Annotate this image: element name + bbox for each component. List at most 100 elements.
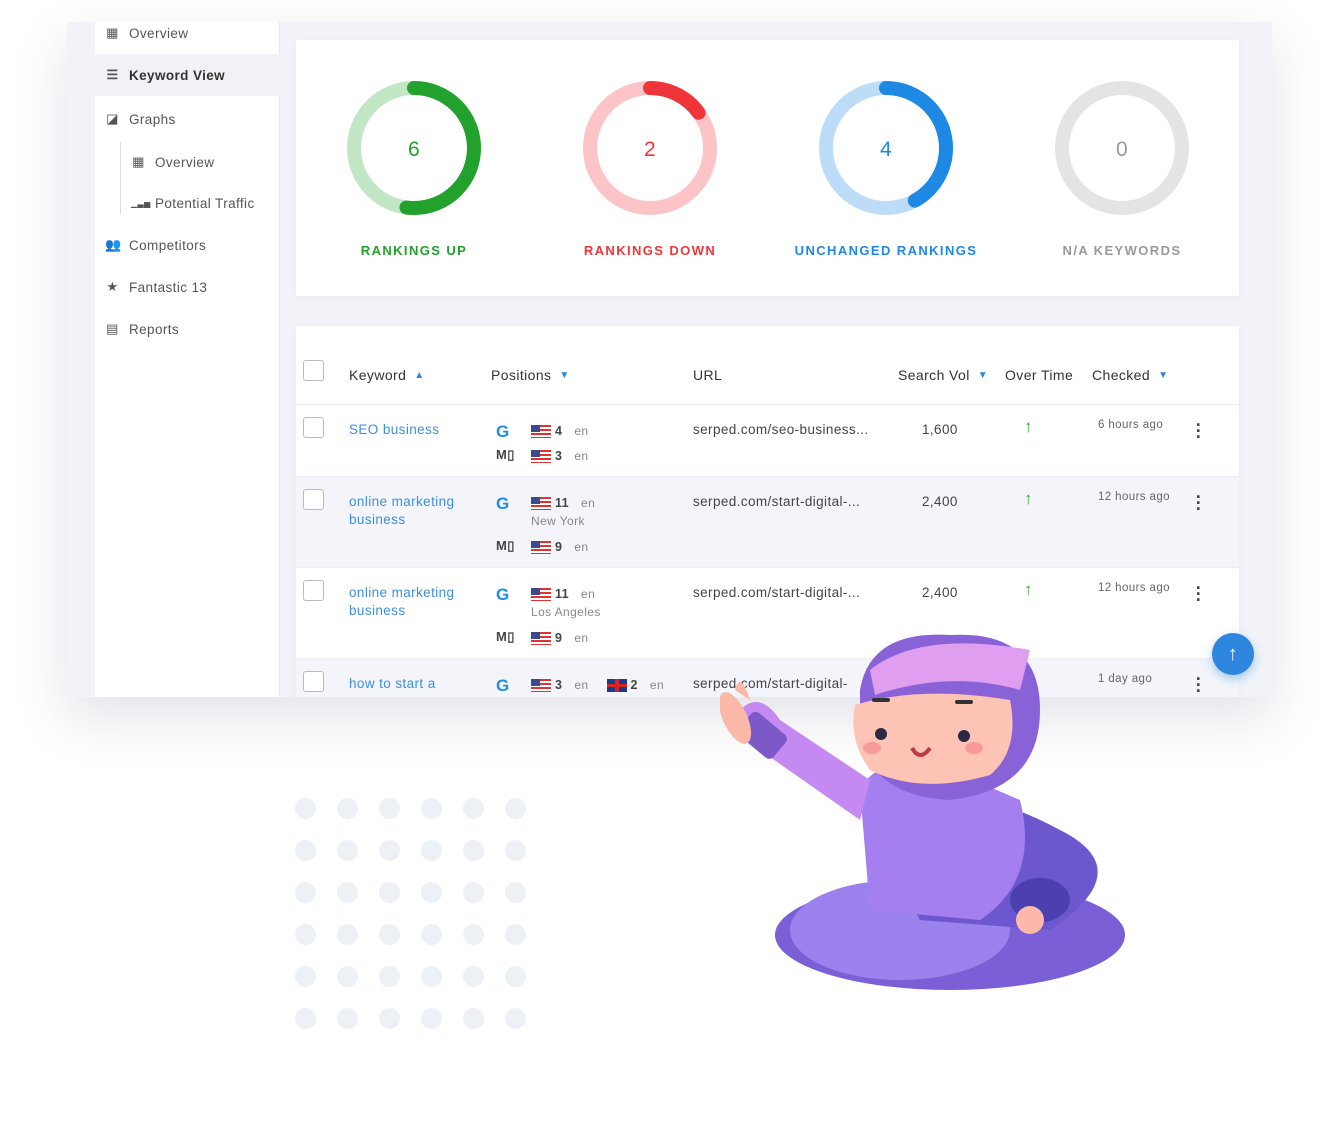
grid-icon: ▦ bbox=[106, 25, 119, 40]
url-link[interactable]: serped.com/start-digital-... bbox=[693, 494, 860, 509]
kebab-menu-icon[interactable]: · · · bbox=[1194, 416, 1204, 446]
decor-dot bbox=[379, 798, 400, 819]
mobile-position: 3 en bbox=[531, 449, 589, 463]
stat-value: 0 bbox=[1116, 138, 1128, 161]
position-value: 2 bbox=[630, 678, 638, 692]
scroll-top-button[interactable]: ↑ bbox=[1212, 633, 1254, 675]
keyword-link[interactable]: online marketing business bbox=[349, 493, 474, 529]
decor-dot bbox=[505, 882, 526, 903]
sidebar-item-potential-traffic[interactable]: ▁▃▅ Potential Traffic bbox=[95, 182, 280, 224]
chevron-down-icon: ▼ bbox=[1158, 369, 1169, 381]
decor-dot bbox=[337, 798, 358, 819]
decor-dot bbox=[295, 924, 316, 945]
sidebar-item-label: Overview bbox=[155, 154, 215, 170]
search-volume: 1,600 bbox=[922, 422, 958, 437]
decor-dot bbox=[337, 840, 358, 861]
stat-value: 6 bbox=[408, 138, 420, 161]
stat-unchanged-rankings: 4 UNCHANGED RANKINGS bbox=[768, 40, 1004, 258]
location: Los Angeles bbox=[531, 605, 601, 619]
decor-dot bbox=[295, 798, 316, 819]
url-link[interactable]: serped.com/seo-business... bbox=[693, 422, 868, 437]
language: en bbox=[574, 424, 589, 438]
ninja-mascot-illustration bbox=[720, 634, 1125, 990]
header-checked[interactable]: Checked ▼ bbox=[1092, 367, 1168, 383]
mobile-icon: M▯ bbox=[496, 538, 515, 553]
donut-chart: 4 bbox=[819, 81, 953, 215]
language: en bbox=[574, 449, 589, 463]
keyword-link[interactable]: how to start a bbox=[349, 675, 474, 693]
us-flag-icon bbox=[531, 540, 551, 554]
kebab-menu-icon[interactable]: · · · bbox=[1194, 488, 1204, 518]
google-position: 3 en 2 en bbox=[531, 678, 664, 692]
checked-time: 12 hours ago bbox=[1098, 582, 1170, 594]
language: en bbox=[574, 678, 589, 692]
donut-chart: 0 bbox=[1055, 81, 1189, 215]
stat-value: 2 bbox=[644, 138, 656, 161]
decor-dot bbox=[463, 882, 484, 903]
stat-label: UNCHANGED RANKINGS bbox=[794, 243, 978, 258]
sidebar-item-label: Competitors bbox=[129, 237, 207, 253]
decor-dot bbox=[421, 924, 442, 945]
keyword-link[interactable]: SEO business bbox=[349, 421, 474, 439]
us-flag-icon bbox=[531, 496, 551, 510]
sidebar-item-fantastic-13[interactable]: ★ Fantastic 13 bbox=[95, 266, 280, 308]
sidebar-item-overview[interactable]: ▦ Overview bbox=[95, 22, 280, 54]
language: en bbox=[649, 678, 665, 692]
google-position: 4 en bbox=[531, 424, 589, 438]
row-checkbox[interactable] bbox=[303, 489, 324, 510]
position-value: 4 bbox=[555, 424, 563, 438]
us-flag-icon bbox=[531, 631, 551, 645]
position-value: 11 bbox=[555, 496, 570, 510]
sidebar: ▦ Overview ☰ Keyword View ◪ Graphs ▦ Overview ▁▃… bbox=[95, 22, 280, 697]
language: en bbox=[581, 587, 596, 601]
sidebar-item-graphs[interactable]: ◪ Graphs bbox=[95, 98, 280, 140]
stat-rankings-up: 6 RANKINGS UP bbox=[296, 40, 532, 258]
us-flag-icon bbox=[531, 424, 551, 438]
donut-chart: 6 bbox=[347, 81, 481, 215]
header-label: Checked bbox=[1092, 367, 1151, 383]
mobile-position: 9 en bbox=[531, 540, 589, 554]
decor-dot bbox=[337, 966, 358, 987]
header-positions[interactable]: Positions ▼ bbox=[491, 367, 570, 383]
keyword-link[interactable]: online marketing business bbox=[349, 584, 474, 620]
decor-dot bbox=[379, 840, 400, 861]
sidebar-item-reports[interactable]: ▤ Reports bbox=[95, 308, 280, 350]
row-checkbox[interactable] bbox=[303, 417, 324, 438]
header-label: Over Time bbox=[1005, 367, 1074, 383]
kebab-menu-icon[interactable]: · · · bbox=[1194, 670, 1204, 697]
decor-dot bbox=[505, 798, 526, 819]
decor-dot bbox=[379, 1008, 400, 1029]
select-all-checkbox[interactable] bbox=[303, 360, 324, 381]
stat-rankings-down: 2 RANKINGS DOWN bbox=[532, 40, 768, 258]
google-icon: G bbox=[496, 585, 510, 604]
decor-dot bbox=[379, 882, 400, 903]
position-value: 9 bbox=[555, 540, 563, 554]
sidebar-item-competitors[interactable]: 👥 Competitors bbox=[95, 224, 280, 266]
kebab-menu-icon[interactable]: · · · bbox=[1194, 579, 1204, 609]
sidebar-item-overview[interactable]: ▦ Overview bbox=[95, 141, 280, 183]
signal-icon: ▁▃▅ bbox=[131, 198, 151, 208]
mobile-icon: M▯ bbox=[496, 447, 515, 462]
book-icon: ▤ bbox=[106, 321, 119, 336]
row-checkbox[interactable] bbox=[303, 671, 324, 692]
google-position: 11 en bbox=[531, 587, 595, 601]
url-link[interactable]: serped.com/start-digital-... bbox=[693, 585, 860, 600]
sidebar-item-keyword-view[interactable]: ☰ Keyword View bbox=[95, 54, 280, 96]
decor-dot bbox=[421, 882, 442, 903]
decor-dot bbox=[505, 966, 526, 987]
decor-dot bbox=[463, 798, 484, 819]
mobile-position: 9 en bbox=[531, 631, 589, 645]
stat-label: RANKINGS DOWN bbox=[583, 243, 717, 258]
decor-dot bbox=[463, 840, 484, 861]
donut-chart: 2 bbox=[583, 81, 717, 215]
decor-dot bbox=[379, 924, 400, 945]
header-search-vol[interactable]: Search Vol ▼ bbox=[898, 367, 988, 383]
google-position: 11 en bbox=[531, 496, 595, 510]
sidebar-item-label: Fantastic 13 bbox=[129, 279, 208, 295]
stat-value: 4 bbox=[880, 138, 892, 161]
header-label: Keyword bbox=[349, 367, 407, 383]
search-volume: 2,400 bbox=[922, 494, 958, 509]
stat-n-a-keywords: 0 N/A KEYWORDS bbox=[1004, 40, 1240, 258]
row-checkbox[interactable] bbox=[303, 580, 324, 601]
header-keyword[interactable]: Keyword ▲ bbox=[349, 367, 425, 383]
